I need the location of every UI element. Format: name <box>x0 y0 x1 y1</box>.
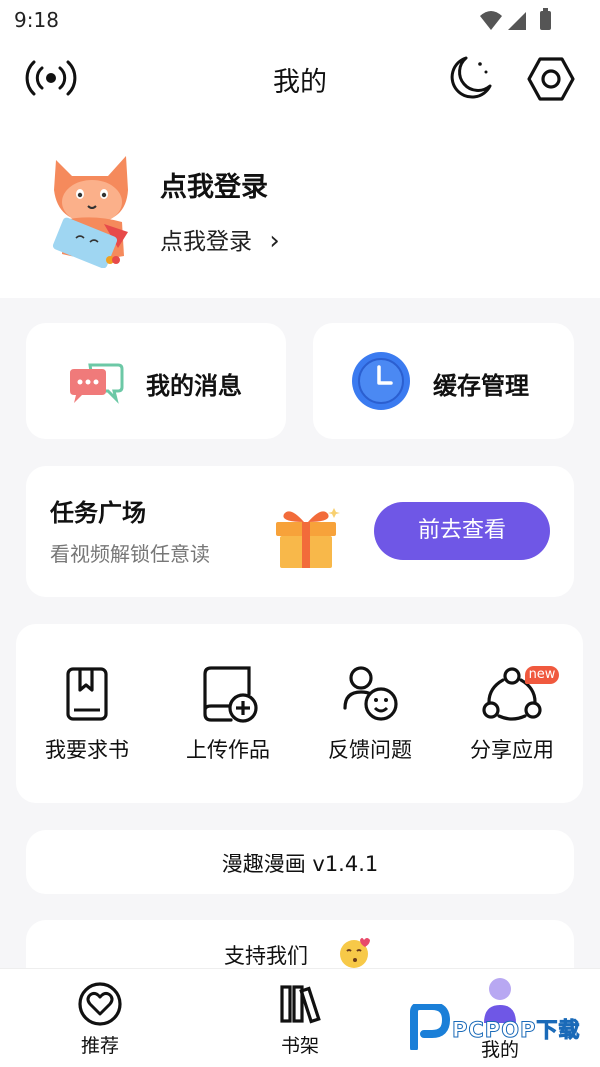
task-go-button[interactable]: 前去查看 <box>374 502 550 560</box>
support-text: 支持我们 <box>224 944 308 968</box>
cache-tile[interactable]: 缓存管理 <box>313 323 574 439</box>
cache-label: 缓存管理 <box>433 372 529 400</box>
nav-tab-recommend[interactable]: 推荐 <box>60 969 140 1067</box>
watermark: PCPOP下载 <box>408 1004 596 1050</box>
grid-item-feedback[interactable]: 反馈问题 <box>299 624 441 803</box>
grid-item-request-book[interactable]: 我要求书 <box>16 624 158 803</box>
profile-name[interactable]: 点我登录 <box>160 165 268 204</box>
messages-tile[interactable]: 我的消息 <box>26 323 286 439</box>
login-link-label[interactable]: 点我登录 <box>160 229 252 255</box>
upload-work-icon <box>203 666 258 723</box>
feature-grid: 我要求书 上传作品 反馈问题 new 分享应用 <box>16 624 583 803</box>
avatar[interactable] <box>48 150 134 268</box>
chat-bubbles-icon <box>70 363 124 404</box>
settings-icon[interactable] <box>526 56 576 102</box>
grid-label-share-app: 分享应用 <box>470 738 554 762</box>
nav-label-recommend: 推荐 <box>80 1035 119 1057</box>
task-title: 任务广场 <box>50 499 146 527</box>
grid-label-upload-work: 上传作品 <box>186 738 270 762</box>
status-bar: 9:18 <box>0 0 600 40</box>
task-subtitle: 看视频解锁任意读 <box>50 542 210 566</box>
grid-item-share-app[interactable]: new 分享应用 <box>441 624 583 803</box>
status-time: 9:18 <box>14 8 59 32</box>
version-card[interactable]: 漫趣漫画 v1.4.1 <box>26 830 574 894</box>
watermark-logo-icon <box>410 1004 450 1050</box>
login-link[interactable]: 点我登录 › <box>160 222 280 256</box>
messages-label: 我的消息 <box>146 372 242 400</box>
grid-label-request-book: 我要求书 <box>45 738 129 762</box>
task-card: 任务广场 看视频解锁任意读 前去查看 <box>26 466 574 597</box>
grid-label-feedback: 反馈问题 <box>328 738 412 762</box>
heart-circle-icon <box>78 982 122 1026</box>
page-title: 我的 <box>273 67 327 98</box>
watermark-text: PCPOP下载 <box>451 1018 581 1043</box>
chevron-right-icon: › <box>269 226 280 256</box>
grid-item-upload-work[interactable]: 上传作品 <box>157 624 299 803</box>
books-icon <box>280 985 321 1024</box>
signal-wifi-battery-icon <box>480 8 551 30</box>
version-text: 漫趣漫画 v1.4.1 <box>221 852 379 876</box>
nav-tab-bookshelf[interactable]: 书架 <box>260 969 340 1067</box>
bookmark-book-icon <box>66 667 108 721</box>
gift-icon <box>276 508 340 568</box>
kiss-emoji-icon <box>340 938 370 968</box>
night-mode-icon[interactable] <box>444 52 494 102</box>
new-badge: new <box>525 666 559 684</box>
nav-label-bookshelf: 书架 <box>280 1035 319 1057</box>
clock-icon <box>352 352 410 410</box>
feedback-person-icon <box>343 666 398 721</box>
